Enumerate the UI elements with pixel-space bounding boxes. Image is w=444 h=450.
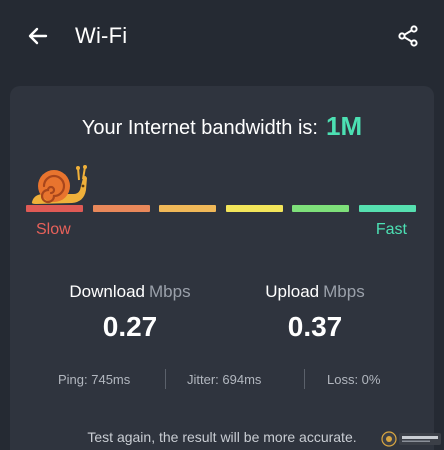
speed-scale-segment [159,205,217,212]
stats-divider [304,369,305,389]
upload-label-row: Upload Mbps [225,281,405,303]
share-icon [398,25,418,47]
back-button[interactable] [24,22,52,50]
snail-icon [31,165,87,204]
bandwidth-headline: Your Internet bandwidth is: 1M [10,112,434,142]
bandwidth-headline-text: Your Internet bandwidth is: [81,117,318,139]
loss-stat: Loss: 0% [327,372,381,387]
jitter-stat: Jitter: 694ms [187,372,262,387]
page-title: Wi-Fi [75,23,128,48]
download-label: Download [69,282,146,301]
bandwidth-value: 1M [325,111,363,141]
speed-scale-segment [359,205,416,212]
app-bar: Wi-Fi [0,0,444,72]
arrow-left-icon [28,27,48,45]
speed-scale-segment [292,205,350,212]
upload-unit: Mbps [323,282,365,301]
upload-value: 0.37 [287,311,343,342]
speed-scale-segment [26,205,83,212]
stats-row: Ping: 745ms Jitter: 694ms Loss: 0% [10,369,434,391]
upload-label: Upload [265,282,320,301]
scale-label-fast: Fast [375,221,407,238]
download-label-row: Download Mbps [40,281,220,303]
share-button[interactable] [394,22,422,50]
upload-metric: Upload Mbps 0.37 [225,281,405,343]
ping-stat: Ping: 745ms [58,372,131,387]
speed-scale-segment [92,205,150,212]
result-card: Your Internet bandwidth is: 1M Slow Fast … [10,86,434,450]
download-unit: Mbps [149,282,191,301]
download-value: 0.27 [102,311,158,342]
watermark-logo [381,431,441,447]
download-metric: Download Mbps 0.27 [40,281,220,343]
speed-scale-segment [225,205,283,212]
scale-label-slow: Slow [36,221,71,238]
retest-link[interactable]: Test again, the result will be more accu… [10,428,434,446]
stats-divider [165,369,166,389]
